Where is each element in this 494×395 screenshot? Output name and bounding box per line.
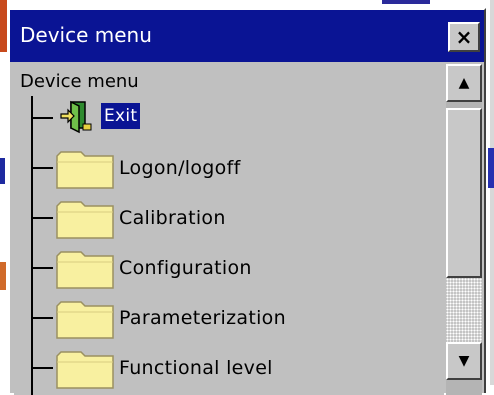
scroll-down-button[interactable]: ▼: [446, 342, 482, 380]
tree-item-label: Functional level: [119, 357, 273, 379]
tree-item-calibration[interactable]: Calibration: [31, 198, 431, 239]
folder-icon: [56, 251, 114, 289]
exit-door-icon: [60, 100, 92, 134]
tree-root-label: Device menu: [20, 71, 139, 92]
device-menu-dialog: Device menu × Device menu Exit Logon/log…: [8, 8, 486, 395]
tree-item-label: Parameterization: [119, 307, 286, 329]
vertical-scrollbar[interactable]: ▲ ▼: [446, 64, 482, 395]
tree-item-logon-logoff[interactable]: Logon/logoff: [31, 148, 431, 189]
close-button[interactable]: ×: [448, 22, 480, 52]
background-app-fragment: [0, 0, 7, 52]
tree-branch-line: [31, 167, 53, 169]
tree-item-parameterization[interactable]: Parameterization: [31, 298, 431, 339]
tree-branch-line: [31, 117, 53, 119]
folder-icon: [56, 301, 114, 339]
tree-branch-line: [31, 267, 53, 269]
scroll-thumb[interactable]: [446, 108, 482, 278]
folder-icon: [56, 201, 114, 239]
background-app-fragment: [0, 262, 6, 290]
tree-item-label: Calibration: [119, 207, 226, 229]
background-app-fragment: [490, 0, 494, 385]
tree-item-label: Configuration: [119, 257, 252, 279]
folder-icon: [56, 351, 114, 389]
scroll-track[interactable]: [446, 278, 482, 342]
tree-branch-line: [31, 317, 53, 319]
menu-tree: Device menu Exit Logon/logoff Calibratio…: [14, 66, 444, 395]
tree-item-label: Exit: [101, 103, 141, 129]
tree-item-exit[interactable]: Exit: [31, 98, 431, 138]
scroll-up-button[interactable]: ▲: [446, 64, 482, 102]
dialog-title: Device menu: [20, 23, 152, 47]
background-app-fragment: [0, 158, 5, 184]
tree-item-functional-level[interactable]: Functional level: [31, 348, 431, 389]
tree-branch-line: [31, 217, 53, 219]
background-app-fragment: [488, 148, 494, 188]
tree-item-configuration[interactable]: Configuration: [31, 248, 431, 289]
tree-item-label: Logon/logoff: [119, 157, 241, 179]
folder-icon: [56, 151, 114, 189]
title-bar: Device menu ×: [10, 10, 484, 62]
tree-branch-line: [31, 367, 53, 369]
background-app-fragment: [382, 0, 430, 4]
